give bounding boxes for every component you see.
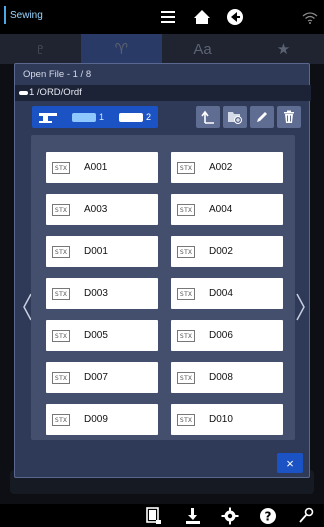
- file-name: D007: [84, 372, 108, 383]
- file-name: D009: [84, 414, 108, 425]
- frame-icon[interactable]: [144, 506, 164, 526]
- up-folder-icon: [201, 110, 214, 124]
- file-button[interactable]: STX A001: [46, 152, 158, 183]
- file-button[interactable]: STX A003: [46, 194, 158, 225]
- pencil-icon: [257, 112, 267, 122]
- help-icon[interactable]: ?: [258, 506, 278, 526]
- path-bar: 1 /ORD/Ordf: [15, 85, 311, 101]
- svg-text:?: ?: [265, 510, 272, 524]
- usb-2-label: 2: [146, 112, 152, 122]
- usb-icon: [72, 112, 96, 122]
- bg-tab: Aa: [193, 40, 212, 58]
- file-name: D002: [209, 246, 233, 257]
- drive-icon: [19, 91, 28, 95]
- file-name: D004: [209, 288, 233, 299]
- file-button[interactable]: STX D006: [171, 320, 283, 351]
- device-selector: 1 2: [32, 106, 158, 128]
- file-button[interactable]: STX D004: [171, 278, 283, 309]
- file-button[interactable]: STX D005: [46, 320, 158, 351]
- file-button[interactable]: STX D002: [171, 236, 283, 267]
- file-button[interactable]: STX D009: [46, 404, 158, 435]
- file-button[interactable]: STX D010: [171, 404, 283, 435]
- file-name: D003: [84, 288, 108, 299]
- stx-file-icon: STX: [177, 371, 195, 384]
- file-name: A002: [209, 162, 233, 173]
- wifi-icon: [302, 12, 318, 24]
- file-name: D006: [209, 330, 233, 341]
- settings-icon[interactable]: [220, 506, 240, 526]
- stx-file-icon: STX: [52, 287, 70, 300]
- bottom-bar: ?: [0, 504, 324, 527]
- app-title: Sewing: [4, 6, 43, 24]
- up-folder-button[interactable]: [196, 106, 220, 128]
- stx-file-icon: STX: [177, 287, 195, 300]
- background-tabs: ♇ ♈ Aa ★: [0, 34, 324, 64]
- stx-file-icon: STX: [52, 203, 70, 216]
- tool-icon[interactable]: [296, 506, 316, 526]
- open-file-dialog: Open File - 1 / 8 1 /ORD/Ordf 1 2 STX A0…: [14, 63, 311, 478]
- home-icon[interactable]: [191, 6, 213, 28]
- file-button[interactable]: STX D003: [46, 278, 158, 309]
- new-folder-icon: [228, 112, 242, 124]
- close-button[interactable]: ×: [277, 453, 303, 473]
- usb-2-button[interactable]: 2: [119, 111, 151, 123]
- bg-tab: ♈: [81, 34, 162, 64]
- stx-file-icon: STX: [52, 245, 70, 258]
- dialog-title: Open File - 1 / 8: [23, 69, 92, 80]
- usb-icon: [119, 112, 143, 122]
- usb-1-button[interactable]: 1: [72, 111, 104, 123]
- file-name: D010: [209, 414, 233, 425]
- stx-file-icon: STX: [177, 245, 195, 258]
- bg-tab: ♇: [34, 40, 47, 58]
- stx-file-icon: STX: [52, 371, 70, 384]
- stx-file-icon: STX: [52, 161, 70, 174]
- file-button[interactable]: STX A002: [171, 152, 283, 183]
- stx-file-icon: STX: [177, 161, 195, 174]
- new-folder-button[interactable]: [223, 106, 247, 128]
- file-button[interactable]: STX A004: [171, 194, 283, 225]
- file-list: STX A001 STX A002 STX A003 STX A004 STX …: [31, 135, 295, 440]
- file-name: A003: [84, 204, 108, 215]
- file-name: A004: [209, 204, 233, 215]
- top-bar: Sewing: [0, 0, 324, 34]
- file-name: D001: [84, 246, 108, 257]
- file-button[interactable]: STX D007: [46, 362, 158, 393]
- stx-file-icon: STX: [177, 329, 195, 342]
- stx-file-icon: STX: [177, 203, 195, 216]
- machine-icon[interactable]: [38, 111, 60, 123]
- bg-tab: ★: [276, 41, 291, 58]
- stx-file-icon: STX: [52, 413, 70, 426]
- file-name: A001: [84, 162, 108, 173]
- file-name: D008: [209, 372, 233, 383]
- file-button[interactable]: STX D008: [171, 362, 283, 393]
- current-path: 1 /ORD/Ordf: [29, 87, 82, 98]
- stx-file-icon: STX: [52, 329, 70, 342]
- trash-icon: [284, 110, 294, 123]
- rename-button[interactable]: [250, 106, 274, 128]
- download-icon[interactable]: [183, 506, 203, 526]
- stx-file-icon: STX: [177, 413, 195, 426]
- next-page-arrow[interactable]: [295, 292, 307, 322]
- file-button[interactable]: STX D001: [46, 236, 158, 267]
- menu-icon[interactable]: [157, 6, 179, 28]
- file-name: D005: [84, 330, 108, 341]
- delete-button[interactable]: [277, 106, 301, 128]
- back-icon[interactable]: [224, 6, 246, 28]
- usb-1-label: 1: [99, 112, 105, 122]
